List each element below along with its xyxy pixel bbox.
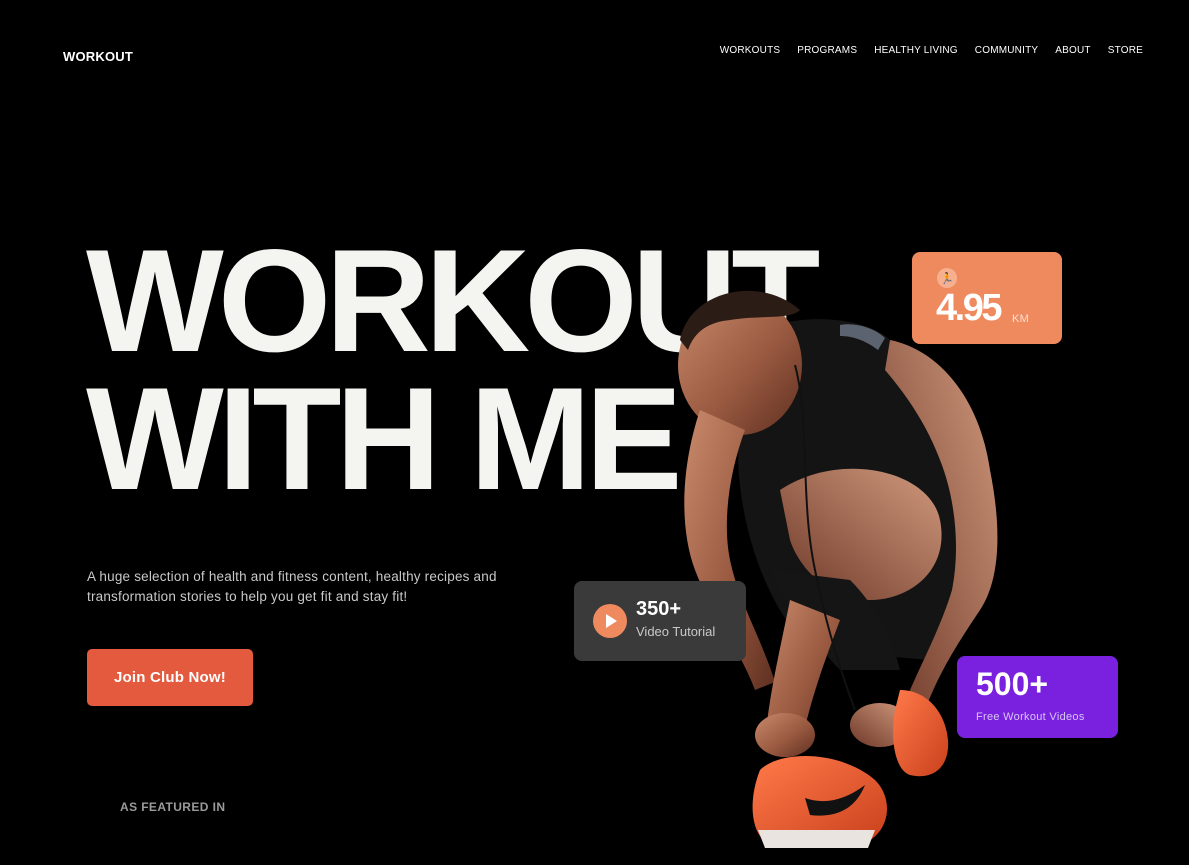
distance-value: 4.95 [936, 287, 1002, 329]
distance-unit: KM [1012, 313, 1030, 325]
distance-card: 🏃 4.95 KM [912, 252, 1062, 344]
free-videos-label: Free Workout Videos [976, 711, 1085, 723]
nav-community[interactable]: COMMUNITY [975, 45, 1038, 57]
free-videos-card: 500+ Free Workout Videos [957, 656, 1118, 738]
nav-healthy-living[interactable]: HEALTHY LIVING [874, 45, 958, 57]
free-videos-count: 500+ [976, 666, 1049, 702]
site-logo[interactable]: WORKOUT [63, 49, 133, 64]
video-tutorial-card: 350+ Video Tutorial [574, 581, 746, 661]
join-club-button[interactable]: Join Club Now! [87, 649, 253, 706]
play-icon[interactable] [593, 604, 627, 638]
featured-label: AS FEATURED IN [120, 800, 226, 814]
hero-description: A huge selection of health and fitness c… [87, 569, 497, 604]
nav-store[interactable]: STORE [1108, 45, 1143, 57]
runner-icon: 🏃 [937, 268, 957, 288]
video-count: 350+ [636, 598, 682, 620]
nav-programs[interactable]: PROGRAMS [797, 45, 857, 57]
landing-page: WORKOUT WORKOUTS PROGRAMS HEALTHY LIVING… [0, 0, 1189, 865]
video-label: Video Tutorial [636, 624, 716, 639]
nav-about[interactable]: ABOUT [1055, 45, 1090, 57]
main-nav: WORKOUTS PROGRAMS HEALTHY LIVING COMMUNI… [720, 45, 1143, 57]
nav-workouts[interactable]: WORKOUTS [720, 45, 781, 57]
athlete-image [678, 290, 998, 848]
